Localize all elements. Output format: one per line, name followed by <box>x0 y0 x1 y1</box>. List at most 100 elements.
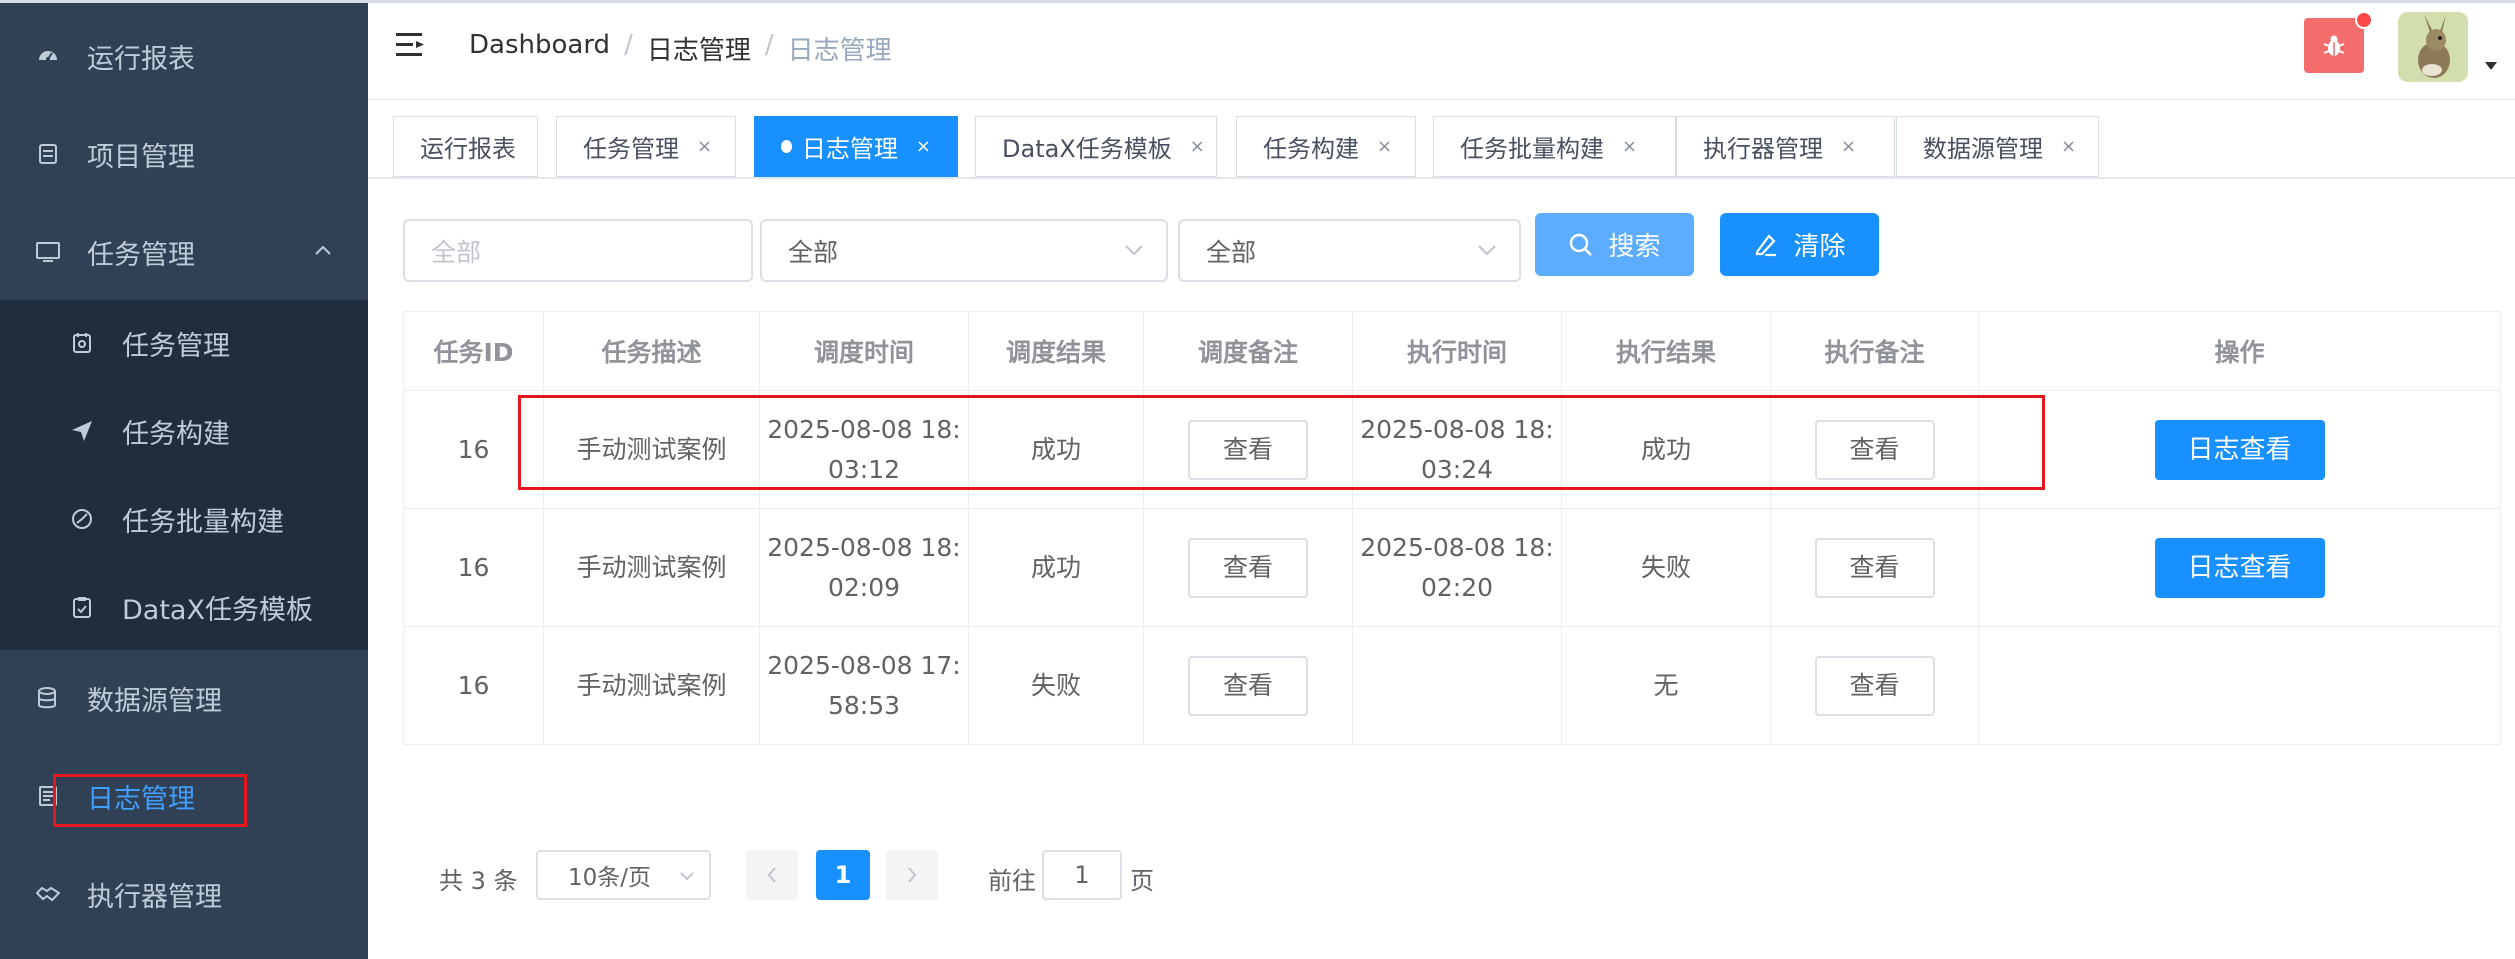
job-desc-cell: 手动测试案例 <box>543 508 760 627</box>
sidebar: 运行报表 项目管理 任务管理 任务管理 任务构建 任务批量构建 DataX任务模… <box>0 3 368 959</box>
tag-label: 日志管理 <box>801 135 898 163</box>
executor-select[interactable]: 全部 <box>1178 219 1521 282</box>
tag-datasource[interactable]: 数据源管理 × <box>1896 116 2099 177</box>
tag-datax-template[interactable]: DataX任务模板 × <box>975 116 1217 177</box>
goto-page-input[interactable]: 1 <box>1042 850 1122 900</box>
sidebar-item-label: DataX任务模板 <box>122 594 313 626</box>
table-header-row: 任务ID 任务描述 调度时间 调度结果 调度备注 执行时间 执行结果 执行备注 … <box>403 311 2501 391</box>
view-trigger-note-button[interactable]: 查看 <box>1188 537 1308 598</box>
status-select[interactable]: 全部 <box>760 219 1168 282</box>
header-divider <box>368 99 2515 100</box>
chevron-left-icon <box>767 867 776 883</box>
handle-note-cell: 查看 <box>1770 626 1979 745</box>
sidebar-item-label: 执行器管理 <box>87 881 222 913</box>
sidebar-item-label: 数据源管理 <box>87 685 222 717</box>
breadcrumb: Dashboard / 日志管理 / 日志管理 <box>469 30 892 67</box>
next-page-button[interactable] <box>886 850 938 900</box>
database-icon <box>36 686 60 710</box>
close-icon[interactable]: × <box>916 136 931 157</box>
tag-label: 执行器管理 <box>1703 135 1823 163</box>
sidebar-item-task-build[interactable]: 任务构建 <box>0 401 368 461</box>
tag-log-manage[interactable]: 日志管理 × <box>754 116 958 177</box>
view-log-button[interactable]: 日志查看 <box>2154 419 2325 480</box>
sidebar-item-datax-template[interactable]: DataX任务模板 <box>0 577 368 637</box>
trigger-time-clock: 02:09 <box>827 572 901 602</box>
tag-task-build[interactable]: 任务构建 × <box>1236 116 1416 177</box>
task-icon <box>70 331 94 355</box>
active-dot <box>781 140 792 153</box>
chevron-down-icon <box>1125 245 1143 256</box>
column-header: 任务描述 <box>543 311 760 391</box>
chevron-up-icon <box>315 245 331 255</box>
trigger-time-date: 2025-08-08 17: <box>767 650 961 680</box>
handle-time-date: 2025-08-08 18: <box>1360 532 1554 562</box>
job-filter-input[interactable]: 全部 <box>403 219 753 282</box>
clear-button[interactable]: 清除 <box>1720 213 1879 276</box>
handle-result-cell: 无 <box>1561 626 1771 745</box>
breadcrumb-item-dashboard[interactable]: Dashboard <box>469 30 610 67</box>
close-icon[interactable]: × <box>1841 136 1856 157</box>
close-icon[interactable]: × <box>1190 136 1205 157</box>
tag-task-manage[interactable]: 任务管理 × <box>556 116 736 177</box>
breadcrumb-separator: / <box>624 30 633 60</box>
page-number-current[interactable]: 1 <box>816 850 870 900</box>
sidebar-item-label: 任务管理 <box>87 239 195 271</box>
sidebar-item-label: 项目管理 <box>87 141 195 173</box>
handle-time-cell: 2025-08-08 18: 02:20 <box>1352 508 1562 627</box>
avatar[interactable] <box>2398 12 2468 82</box>
tag-label: DataX任务模板 <box>1002 135 1172 163</box>
tags-divider <box>368 177 2515 179</box>
clear-button-label: 清除 <box>1793 232 1846 262</box>
sidebar-item-project[interactable]: 项目管理 <box>0 124 368 184</box>
chevron-down-icon <box>680 872 694 881</box>
close-icon[interactable]: × <box>1377 136 1392 157</box>
close-icon[interactable]: × <box>2061 136 2076 157</box>
error-log-button[interactable] <box>2304 18 2364 73</box>
sidebar-item-task-group[interactable]: 任务管理 <box>0 222 368 282</box>
trigger-time-date: 2025-08-08 18: <box>767 532 961 562</box>
status-select-value: 全部 <box>788 237 839 267</box>
column-header: 调度结果 <box>968 311 1144 391</box>
tag-executor[interactable]: 执行器管理 × <box>1676 116 1895 177</box>
tag-label: 任务构建 <box>1263 135 1359 163</box>
sidebar-item-label: 运行报表 <box>87 43 195 75</box>
tag-batch-build[interactable]: 任务批量构建 × <box>1433 116 1676 177</box>
goto-label: 前往 <box>988 867 1036 895</box>
search-button[interactable]: 搜索 <box>1535 213 1694 276</box>
trigger-time-clock: 58:53 <box>827 690 901 720</box>
breadcrumb-item-log[interactable]: 日志管理 <box>647 30 751 67</box>
action-cell: 日志查看 <box>1978 508 2501 627</box>
hamburger-icon[interactable] <box>396 32 426 58</box>
page-size-select[interactable]: 10条/页 <box>536 850 711 900</box>
prev-page-button[interactable] <box>746 850 798 900</box>
handle-note-cell: 查看 <box>1770 508 1979 627</box>
highlight-box <box>518 395 2045 490</box>
trigger-time-cell: 2025-08-08 17: 58:53 <box>759 626 969 745</box>
view-handle-note-button[interactable]: 查看 <box>1814 655 1935 716</box>
handle-time-cell <box>1352 626 1562 745</box>
column-header: 执行时间 <box>1352 311 1562 391</box>
view-handle-note-button[interactable]: 查看 <box>1814 537 1935 598</box>
sidebar-item-executor[interactable]: 执行器管理 <box>0 864 368 924</box>
close-icon[interactable]: × <box>1622 136 1637 157</box>
column-header: 操作 <box>1978 311 2501 391</box>
sidebar-item-dashboard[interactable]: 运行报表 <box>0 26 368 86</box>
trigger-result-cell: 失败 <box>968 626 1144 745</box>
search-icon <box>1570 233 1593 256</box>
sidebar-item-batch-build[interactable]: 任务批量构建 <box>0 489 368 549</box>
tag-dashboard[interactable]: 运行报表 <box>393 116 538 177</box>
close-icon[interactable]: × <box>697 136 712 157</box>
rabbit-avatar-icon <box>2398 12 2468 82</box>
send-icon <box>70 419 94 443</box>
project-icon <box>36 142 60 166</box>
sidebar-item-task-manage[interactable]: 任务管理 <box>0 313 368 373</box>
sidebar-item-label: 任务批量构建 <box>122 506 284 538</box>
dashboard-icon <box>36 44 60 68</box>
view-trigger-note-button[interactable]: 查看 <box>1188 655 1308 716</box>
sidebar-item-datasource[interactable]: 数据源管理 <box>0 668 368 728</box>
caret-down-icon[interactable] <box>2484 60 2498 72</box>
edit-icon <box>1756 233 1777 256</box>
handle-time-clock: 02:20 <box>1420 572 1494 602</box>
log-table: 任务ID 任务描述 调度时间 调度结果 调度备注 执行时间 执行结果 执行备注 … <box>403 311 2501 745</box>
view-log-button[interactable]: 日志查看 <box>2154 537 2325 598</box>
